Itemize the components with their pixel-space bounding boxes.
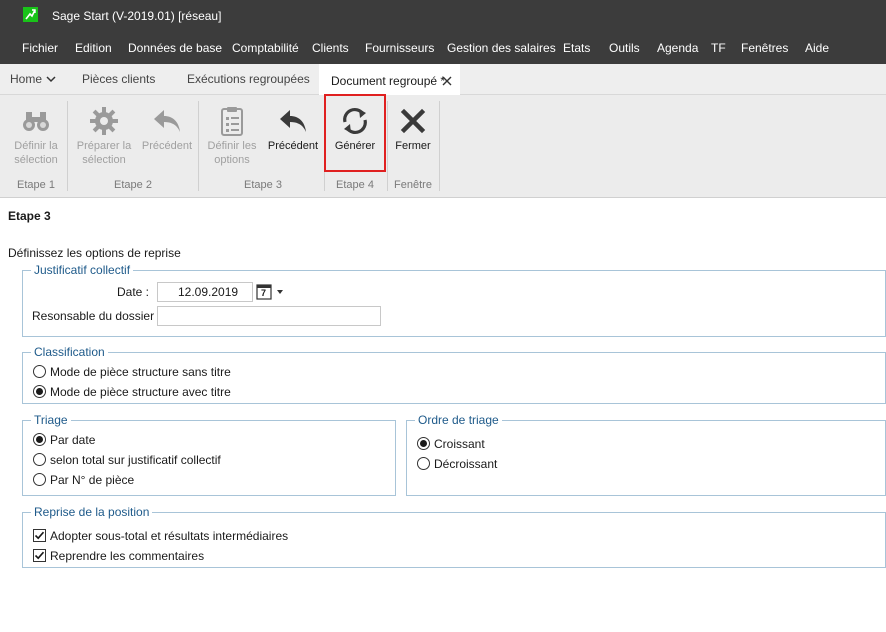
justificatif-group: Justificatif collectif Date : 12.09.2019… bbox=[22, 263, 886, 337]
date-label: Date : bbox=[117, 285, 150, 299]
date-field[interactable]: 12.09.2019 bbox=[157, 282, 253, 302]
tab-bar: Home Pièces clients Exécutions regroupée… bbox=[0, 64, 886, 96]
radio-button[interactable] bbox=[33, 433, 46, 446]
radio-button[interactable] bbox=[33, 385, 46, 398]
radio-button[interactable] bbox=[417, 437, 430, 450]
binoculars-icon bbox=[23, 112, 49, 131]
menu-fenetres[interactable]: Fenêtres bbox=[741, 41, 788, 55]
previous-label: Précédent bbox=[267, 140, 319, 152]
ordre-group: Ordre de triage Croissant Décroissant bbox=[406, 413, 886, 496]
previous-label: Précédent bbox=[141, 140, 193, 152]
close-icon[interactable] bbox=[442, 76, 452, 86]
checkmark-icon bbox=[34, 551, 45, 560]
menu-agenda[interactable]: Agenda bbox=[657, 41, 698, 55]
radio-button[interactable] bbox=[33, 453, 46, 466]
radio-label: Mode de pièce structure avec titre bbox=[50, 385, 231, 399]
calendar-day: 7 bbox=[261, 288, 267, 298]
step-description: Définissez les options de reprise bbox=[8, 246, 181, 260]
sage-logo-icon bbox=[23, 7, 38, 22]
triage-group: Triage Par date selon total sur justific… bbox=[22, 413, 396, 496]
group-label-etape-2: Etape 2 bbox=[114, 179, 152, 191]
menu-bar: Fichier Edition Données de base Comptabi… bbox=[0, 32, 886, 64]
classification-group: Classification Mode de pièce structure s… bbox=[22, 345, 886, 404]
ordre-legend: Ordre de triage bbox=[415, 413, 502, 427]
radio-label: selon total sur justificatif collectif bbox=[50, 453, 221, 467]
calendar-button[interactable]: 7 bbox=[255, 282, 289, 302]
radio-label: Mode de pièce structure sans titre bbox=[50, 365, 231, 379]
menu-fichier[interactable]: Fichier bbox=[22, 41, 58, 55]
checkmark-icon bbox=[34, 531, 45, 540]
reprise-group: Reprise de la position Adopter sous-tota… bbox=[22, 505, 886, 568]
triage-legend: Triage bbox=[31, 413, 71, 427]
previous-step-2-button[interactable]: Précédent bbox=[140, 95, 194, 175]
chevron-down-icon bbox=[46, 76, 56, 83]
menu-tf[interactable]: TF bbox=[711, 41, 726, 55]
ribbon-separator bbox=[387, 101, 388, 191]
define-selection-label: Définir la sélection bbox=[14, 140, 58, 166]
justificatif-legend: Justificatif collectif bbox=[31, 263, 134, 277]
tab-home-label: Home bbox=[10, 72, 43, 86]
menu-etats[interactable]: Etats bbox=[563, 41, 590, 55]
checkbox[interactable] bbox=[33, 529, 46, 542]
tab-executions-regroupees[interactable]: Exécutions regroupées bbox=[187, 64, 310, 95]
tab-home[interactable]: Home bbox=[10, 64, 62, 95]
checkbox-label: Adopter sous-total et résultats interméd… bbox=[50, 529, 289, 543]
group-label-fenetre: Fenêtre bbox=[394, 179, 432, 191]
previous-step-3-button[interactable]: Précédent bbox=[264, 95, 322, 175]
radio-label: Croissant bbox=[434, 437, 485, 451]
generate-highlight-frame bbox=[324, 94, 386, 172]
ribbon-separator bbox=[67, 101, 68, 191]
menu-clients[interactable]: Clients bbox=[312, 41, 349, 55]
main-content: Etape 3 Définissez les options de repris… bbox=[0, 199, 886, 632]
radio-button[interactable] bbox=[33, 365, 46, 378]
tab-label: Document regroupé * bbox=[331, 74, 446, 88]
tab-label: Pièces clients bbox=[82, 72, 156, 86]
close-label: Fermer bbox=[395, 140, 431, 152]
menu-fournisseurs[interactable]: Fournisseurs bbox=[365, 41, 434, 55]
define-options-label: Définir les options bbox=[207, 140, 257, 166]
radio-label: Par N° de pièce bbox=[50, 473, 135, 487]
ribbon-separator bbox=[439, 101, 440, 191]
group-label-etape-1: Etape 1 bbox=[17, 179, 55, 191]
checkbox-label: Reprendre les commentaires bbox=[50, 549, 205, 563]
window-title: Sage Start (V-2019.01) [réseau] bbox=[52, 9, 222, 23]
responsable-field[interactable] bbox=[157, 306, 381, 326]
close-x-icon bbox=[400, 108, 426, 134]
close-window-button[interactable]: Fermer bbox=[390, 95, 436, 175]
radio-label: Décroissant bbox=[434, 457, 498, 471]
prepare-selection-button[interactable]: Préparer la sélection bbox=[72, 95, 136, 175]
define-options-button[interactable]: Définir les options bbox=[204, 95, 260, 175]
responsable-label: Resonsable du dossier : bbox=[32, 309, 161, 323]
step-title: Etape 3 bbox=[8, 209, 51, 223]
classification-legend: Classification bbox=[31, 345, 108, 359]
prepare-selection-label: Préparer la sélection bbox=[76, 140, 132, 166]
tab-label: Exécutions regroupées bbox=[187, 72, 310, 86]
radio-label: Par date bbox=[50, 433, 96, 447]
back-arrow-icon bbox=[280, 110, 306, 132]
menu-edition[interactable]: Edition bbox=[75, 41, 112, 55]
tab-pieces-clients[interactable]: Pièces clients bbox=[82, 64, 155, 95]
ribbon-separator bbox=[198, 101, 199, 191]
gear-icon bbox=[90, 107, 118, 135]
menu-donnees-de-base[interactable]: Données de base bbox=[128, 41, 222, 55]
tab-document-regroupe[interactable]: Document regroupé * bbox=[319, 64, 460, 96]
group-label-etape-4: Etape 4 bbox=[336, 179, 374, 191]
group-label-etape-3: Etape 3 bbox=[244, 179, 282, 191]
menu-comptabilite[interactable]: Comptabilité bbox=[232, 41, 299, 55]
reprise-legend: Reprise de la position bbox=[31, 505, 153, 519]
menu-aide[interactable]: Aide bbox=[805, 41, 829, 55]
title-bar: Sage Start (V-2019.01) [réseau] bbox=[0, 0, 886, 32]
ribbon-toolbar: Définir la sélection Etape 1 Préparer la… bbox=[0, 95, 886, 198]
radio-button[interactable] bbox=[33, 473, 46, 486]
clipboard-list-icon bbox=[221, 107, 243, 136]
menu-gestion-des-salaires[interactable]: Gestion des salaires bbox=[447, 41, 556, 55]
define-selection-button[interactable]: Définir la sélection bbox=[8, 95, 64, 175]
back-arrow-icon bbox=[154, 110, 180, 132]
menu-outils[interactable]: Outils bbox=[609, 41, 640, 55]
checkbox[interactable] bbox=[33, 549, 46, 562]
radio-button[interactable] bbox=[417, 457, 430, 470]
